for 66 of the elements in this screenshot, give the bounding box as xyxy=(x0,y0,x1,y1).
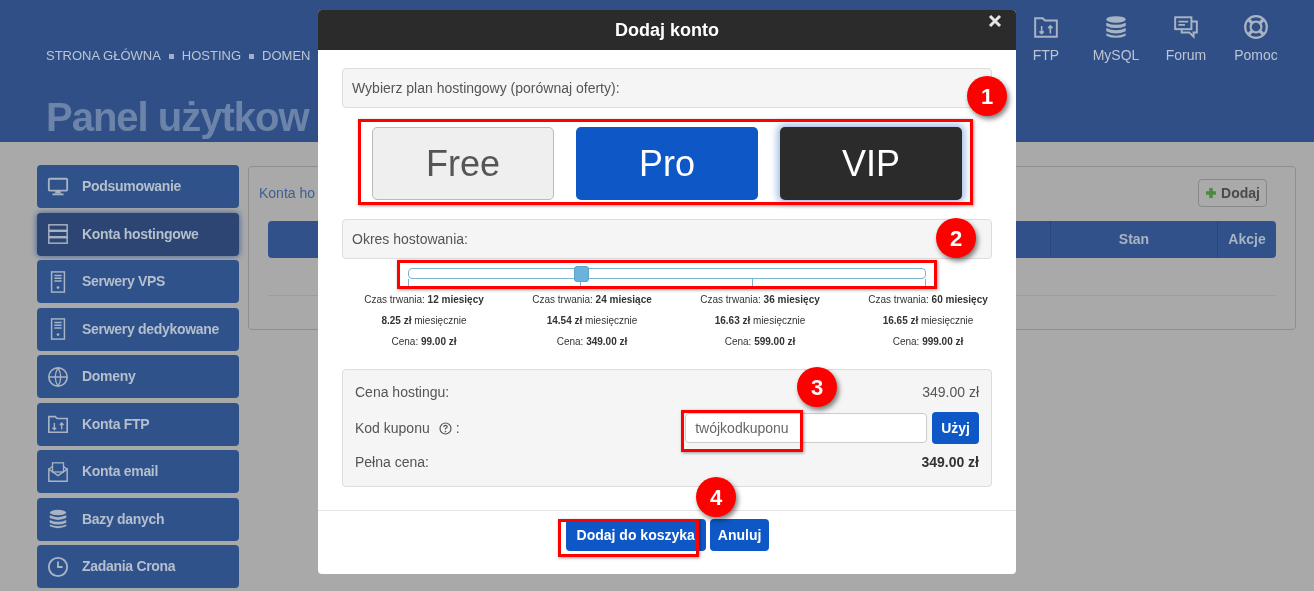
price-option-text: Cena: 349.00 zł xyxy=(556,335,628,348)
database-icon xyxy=(47,508,69,530)
price-option-text: 14.54 zł miesięcznie xyxy=(546,314,638,327)
chat-icon xyxy=(1173,14,1199,40)
slider-track[interactable] xyxy=(408,268,926,279)
total-value: 349.00 zł xyxy=(921,452,979,472)
plan-option[interactable]: VIP xyxy=(780,127,962,200)
shortcut-link[interactable]: Pomoc xyxy=(1232,14,1280,66)
globe-icon xyxy=(47,365,69,388)
shortcut-link[interactable]: Forum xyxy=(1162,14,1210,66)
database-icon xyxy=(1103,14,1129,40)
close-icon[interactable] xyxy=(988,14,1002,28)
lifebuoy-icon xyxy=(1243,14,1269,40)
dialog-title: Dodaj konto xyxy=(615,18,719,42)
page-title: Panel użytkow xyxy=(46,94,311,141)
nav-separator xyxy=(168,53,174,59)
section-label: Wybierz plan hostingowy (porównaj oferty): xyxy=(352,78,620,98)
column-header: Akcje xyxy=(1228,230,1266,249)
total-label: Pełna cena: xyxy=(355,452,429,472)
nav-link[interactable]: DOMEN xyxy=(262,46,311,66)
coupon-label: Kod kuponu xyxy=(355,418,430,438)
sidebar-item[interactable]: Konta hostingowe xyxy=(37,212,239,256)
sidebar-item[interactable]: Domeny xyxy=(37,355,239,398)
price-option-text: Czas trwania: 60 miesięcy xyxy=(868,293,988,306)
nav-link[interactable]: HOSTING xyxy=(181,46,242,66)
clock-icon xyxy=(47,555,69,578)
folder-arrows-icon xyxy=(1033,14,1059,40)
price-option-text: 16.65 zł miesięcznie xyxy=(882,314,974,327)
add-button[interactable]: Dodaj xyxy=(1198,179,1267,207)
sidebar-item[interactable]: Bazy danych xyxy=(37,497,239,541)
monitor-icon xyxy=(47,175,69,198)
price-option-text: Cena: 999.00 zł xyxy=(892,335,964,348)
coupon-input[interactable]: twójkodkuponu xyxy=(685,413,928,443)
shortcut-link[interactable]: FTP xyxy=(1022,14,1070,66)
nav-link[interactable]: STRONA GŁÓWNA xyxy=(46,46,161,66)
sidebar-item[interactable]: Zadania Crona xyxy=(37,545,239,588)
shortcut-link[interactable]: MySQL xyxy=(1092,14,1140,66)
sidebar-item[interactable]: Podsumowanie xyxy=(37,165,239,208)
server-stack-icon xyxy=(47,223,69,245)
price-option-text: Cena: 599.00 zł xyxy=(724,335,796,348)
plan-option[interactable]: Pro xyxy=(576,127,758,200)
sidebar-item[interactable]: Serwery VPS xyxy=(37,260,239,303)
apply-button[interactable]: Użyj xyxy=(932,412,979,444)
nav-separator xyxy=(249,53,255,59)
section-label: Okres hostowania: xyxy=(352,229,468,249)
slider-thumb[interactable] xyxy=(573,266,589,282)
sidebar-item[interactable]: Konta FTP xyxy=(37,402,239,446)
column-header: Stan xyxy=(1118,230,1150,249)
price-label: Cena hostingu: xyxy=(355,382,450,402)
plus-icon xyxy=(1205,187,1218,199)
panel-title: Konta ho xyxy=(259,183,316,203)
price-option-text: Czas trwania: 24 miesiące xyxy=(532,293,652,306)
cancel-button[interactable]: Anuluj xyxy=(709,519,770,551)
coupon-label-colon: : xyxy=(455,418,460,438)
price-option-text: Czas trwania: 36 miesięcy xyxy=(700,293,820,306)
price-value: 349.00 zł xyxy=(922,382,979,402)
price-option-text: Cena: 99.00 zł xyxy=(391,335,457,348)
envelope-icon xyxy=(47,460,69,483)
sidebar-item[interactable]: Serwery dedykowane xyxy=(37,307,239,351)
price-option-text: 8.25 zł miesięcznie xyxy=(381,314,467,327)
price-option-text: Czas trwania: 12 miesięcy xyxy=(364,293,484,306)
folder-arrows-icon xyxy=(47,413,69,435)
sidebar-item[interactable]: Konta email xyxy=(37,450,239,493)
help-icon[interactable] xyxy=(438,421,452,435)
plan-option[interactable]: Free xyxy=(372,127,554,200)
price-option-text: 16.63 zł miesięcznie xyxy=(714,314,806,327)
